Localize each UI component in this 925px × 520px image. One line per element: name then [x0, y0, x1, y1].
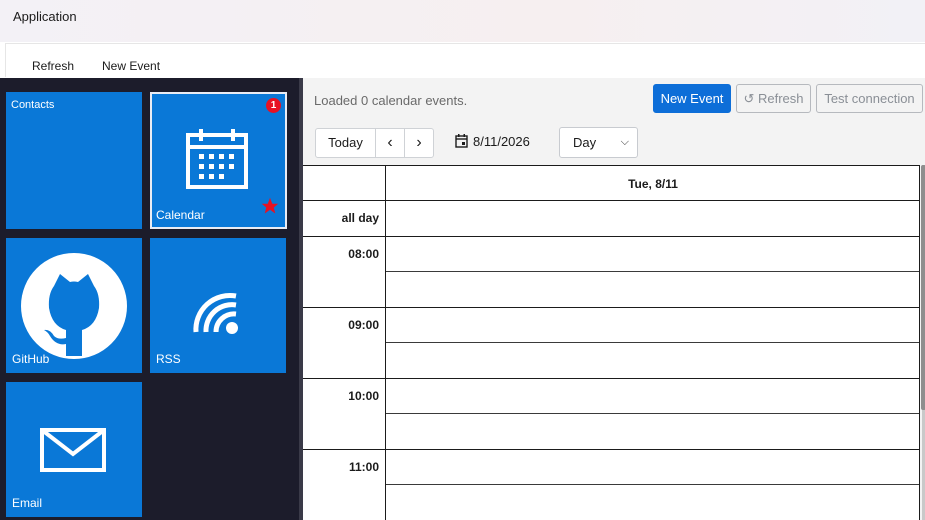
- new-event-button[interactable]: New Event: [653, 84, 731, 113]
- day-column[interactable]: [386, 236, 919, 520]
- menu-refresh[interactable]: Refresh: [32, 59, 74, 73]
- day-grid: Tue, 8/11 all day 08:00 09:00 10:00 11:0…: [303, 165, 920, 520]
- tile-email[interactable]: Email: [6, 382, 142, 517]
- email-icon: [40, 428, 106, 472]
- tile-rss[interactable]: RSS: [150, 238, 286, 373]
- tile-calendar[interactable]: 1 Calendar: [150, 92, 287, 229]
- next-button[interactable]: ›: [405, 129, 433, 157]
- calendar-icon: [186, 129, 248, 189]
- tile-github[interactable]: GitHub: [6, 238, 142, 373]
- date-value: 8/11/2026: [473, 134, 530, 149]
- test-connection-button[interactable]: Test connection: [816, 84, 923, 113]
- github-icon: [21, 253, 127, 359]
- title-bar: Application: [0, 0, 925, 42]
- main-panel: Loaded 0 calendar events. New Event ↺ Re…: [303, 78, 925, 520]
- date-picker[interactable]: 8/11/2026: [455, 134, 530, 149]
- tile-label: Email: [12, 496, 43, 510]
- refresh-button[interactable]: ↺ Refresh: [736, 84, 811, 113]
- prev-button[interactable]: ‹: [376, 129, 404, 157]
- view-select-value: Day: [573, 135, 597, 150]
- tile-label: Contacts: [11, 99, 55, 111]
- hour-label: 09:00: [348, 318, 379, 332]
- tile-label: RSS: [156, 352, 181, 366]
- menu-new-event[interactable]: New Event: [102, 59, 160, 73]
- all-day-label: all day: [341, 211, 379, 225]
- status-text: Loaded 0 calendar events.: [314, 93, 468, 108]
- day-header: Tue, 8/11: [628, 177, 678, 191]
- date-navigation: Today ‹ ›: [315, 128, 434, 158]
- star-icon: [261, 197, 279, 214]
- tile-contacts[interactable]: Contacts: [6, 92, 142, 229]
- calendar-small-icon: [455, 134, 468, 148]
- hour-label: 11:00: [348, 460, 379, 474]
- window-title: Application: [13, 9, 77, 24]
- sidebar: Contacts 1 Calendar GitHub RSS Email: [0, 78, 299, 520]
- tile-label: Calendar: [156, 208, 205, 222]
- tile-label: GitHub: [12, 352, 50, 366]
- today-button[interactable]: Today: [316, 129, 375, 157]
- menu-bar: Refresh New Event: [5, 43, 925, 77]
- chevron-down-icon: ⌵: [620, 136, 629, 148]
- view-select[interactable]: Day ⌵: [559, 127, 638, 158]
- rss-icon: [193, 292, 238, 334]
- hour-label: 10:00: [348, 389, 379, 403]
- hour-label: 08:00: [348, 247, 379, 261]
- notification-badge: 1: [266, 98, 281, 113]
